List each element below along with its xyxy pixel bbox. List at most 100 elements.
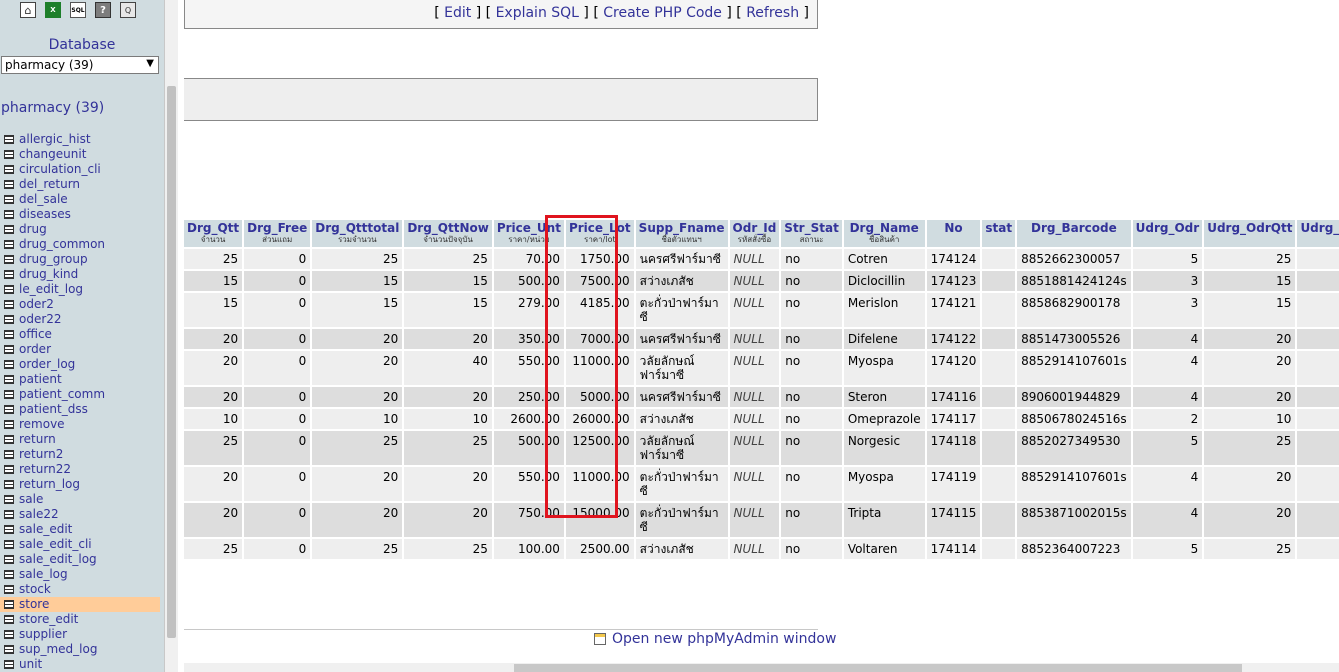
column-header-price-lot[interactable]: Price_Lot ราคา/lot [565,220,634,247]
sidebar-table-patient-comm[interactable]: patient_comm [0,387,160,402]
table-row[interactable]: 20 0 20 20 550.00 11000.00 ตะกั่วป่าฟาร์มาซี NU… [184,467,1339,501]
cell-stat [982,271,1016,291]
sidebar-table-del-return[interactable]: del_return [0,177,160,192]
sidebar-table-circulation-cli[interactable]: circulation_cli [0,162,160,177]
sidebar-table-label: patient [19,372,62,386]
sidebar-table-sale-edit-log[interactable]: sale_edit_log [0,552,160,567]
column-header-udrg-wnng[interactable]: Udrg_Wnng [1297,220,1339,247]
edit-link[interactable]: Edit [444,5,471,21]
table-icon [4,285,14,294]
sidebar-table-sup-med-log[interactable]: sup_med_log [0,642,160,657]
column-header-label: stat [985,221,1013,235]
open-window-link[interactable]: Open new phpMyAdmin window [594,631,836,647]
query-icon[interactable]: Q [120,2,136,18]
sql-icon[interactable]: SQL [70,2,86,18]
sidebar-table-allergic-hist[interactable]: allergic_hist [0,132,160,147]
sidebar-table-sale-edit-cli[interactable]: sale_edit_cli [0,537,160,552]
explain-sql-link[interactable]: Explain SQL [496,5,579,21]
sidebar-table-stock[interactable]: stock [0,582,160,597]
left-scrollbar-thumb[interactable] [167,86,176,638]
table-row[interactable]: 20 0 20 20 250.00 5000.00 นครศรีฟาร์มาซี NULL no… [184,387,1339,407]
sidebar-table-del-sale[interactable]: del_sale [0,192,160,207]
sidebar-table-store-edit[interactable]: store_edit [0,612,160,627]
table-row[interactable]: 10 0 10 10 2600.00 26000.00 สว่างเภสัช NULL no Om… [184,409,1339,429]
sidebar-table-return22[interactable]: return22 [0,462,160,477]
sidebar-table-unit[interactable]: unit [0,657,160,672]
table-row[interactable]: 15 0 15 15 500.00 7500.00 สว่างเภสัช NULL no Dicl… [184,271,1339,291]
sidebar-table-label: drug_group [19,252,88,266]
table-row[interactable]: 15 0 15 15 279.00 4185.00 ตะกั่วป่าฟาร์มาซี NUL… [184,293,1339,327]
sidebar-table-supplier[interactable]: supplier [0,627,160,642]
sidebar-table-patient[interactable]: patient [0,372,160,387]
table-icon [4,540,14,549]
cell-supp-fname: สว่างเภสัช [635,539,728,559]
column-header-drg-free[interactable]: Drg_Free ส่วนแถม [244,220,311,247]
sidebar-table-sale-log[interactable]: sale_log [0,567,160,582]
column-header-udrg-odr[interactable]: Udrg_Odr [1132,220,1203,247]
cell-drg-name: Myospa [843,351,925,385]
help-icon[interactable]: ? [95,2,111,18]
sidebar-table-store[interactable]: store [0,597,160,612]
cell-price-lot: 11000.00 [565,351,634,385]
sidebar-table-diseases[interactable]: diseases [0,207,160,222]
sidebar-table-oder22[interactable]: oder22 [0,312,160,327]
sidebar-table-remove[interactable]: remove [0,417,160,432]
sidebar-table-order-log[interactable]: order_log [0,357,160,372]
refresh-link[interactable]: Refresh [746,5,799,21]
column-header-str-stat[interactable]: Str_Stat สถานะ [781,220,842,247]
sidebar-table-drug[interactable]: drug [0,222,160,237]
create-php-code-link[interactable]: Create PHP Code [603,5,722,21]
column-header-drg-qtttotal[interactable]: Drg_Qtttotal รวมจำนวน [312,220,403,247]
cell-drg-qtttotal: 15 [312,271,403,291]
home-icon[interactable]: ⌂ [20,2,36,18]
cell-drg-qtt: 25 [184,431,243,465]
sidebar-table-patient-dss[interactable]: patient_dss [0,402,160,417]
column-header-udrg-odrqtt[interactable]: Udrg_OdrQtt [1204,220,1296,247]
table-row[interactable]: 20 0 20 20 350.00 7000.00 นครศรีฟาร์มาซี NULL no… [184,329,1339,349]
table-row[interactable]: 25 0 25 25 500.00 12500.00 วลัยลักษณ์ฟาร์มาซี N… [184,431,1339,465]
cell-no: 174122 [926,329,981,349]
cell-drg-qtttotal: 15 [312,293,403,327]
horizontal-scrollbar-thumb[interactable] [514,664,1242,672]
cell-drg-qttnow: 25 [404,249,492,269]
column-header-price-unt[interactable]: Price_Unt ราคา/หน่วย [493,220,564,247]
database-selected-value: pharmacy (39) [5,58,94,72]
cell-udrg-wnng: 180 [1297,431,1339,465]
left-scrollbar[interactable] [164,0,178,672]
sidebar-table-return-log[interactable]: return_log [0,477,160,492]
sidebar-table-label: order [19,342,51,356]
sidebar-table-changeunit[interactable]: changeunit [0,147,160,162]
table-row[interactable]: 25 0 25 25 100.00 2500.00 สว่างเภสัช NULL no Volt… [184,539,1339,559]
sidebar-table-drug-kind[interactable]: drug_kind [0,267,160,282]
cell-odr-id: NULL [729,293,780,327]
excel-icon[interactable]: X [45,2,61,18]
column-header-odr-id[interactable]: Odr_Id รหัสสั่งซื้อ [729,220,780,247]
column-header-drg-name[interactable]: Drg_Name ชื่อสินค้า [843,220,925,247]
horizontal-scrollbar[interactable] [184,663,1339,672]
sidebar-table-office[interactable]: office [0,327,160,342]
sidebar-table-order[interactable]: order [0,342,160,357]
column-header-no[interactable]: No [926,220,981,247]
sidebar-table-drug-group[interactable]: drug_group [0,252,160,267]
database-title-link[interactable]: pharmacy (39) [1,100,104,116]
cell-udrg-wnng: 180 [1297,409,1339,429]
sidebar-table-sale-edit[interactable]: sale_edit [0,522,160,537]
table-row[interactable]: 20 0 20 20 750.00 15000.00 ตะกั่วป่าฟาร์มาซี NU… [184,503,1339,537]
column-header-drg-qttnow[interactable]: Drg_QttNow จำนวนปัจจุบัน [404,220,492,247]
sidebar-table-oder2[interactable]: oder2 [0,297,160,312]
sidebar-table-sale22[interactable]: sale22 [0,507,160,522]
table-row[interactable]: 25 0 25 25 70.00 1750.00 นครศรีฟาร์มาซี NULL no C… [184,249,1339,269]
sidebar-table-sale[interactable]: sale [0,492,160,507]
column-header-stat[interactable]: stat [982,220,1016,247]
column-header-drg-barcode[interactable]: Drg_Barcode [1017,220,1131,247]
table-row[interactable]: 20 0 20 40 550.00 11000.00 วลัยลักษณ์ฟาร์มาซี N… [184,351,1339,385]
column-header-supp-fname[interactable]: Supp_Fname ชื่อตัวแทนฯ [635,220,728,247]
sidebar-table-return[interactable]: return [0,432,160,447]
sidebar-table-le-edit-log[interactable]: le_edit_log [0,282,160,297]
sidebar-table-drug-common[interactable]: drug_common [0,237,160,252]
column-header-label: Drg_Name [849,221,919,235]
sidebar-table-return2[interactable]: return2 [0,447,160,462]
query-action-links: [ Edit ] [ Explain SQL ] [ Create PHP Co… [184,0,818,29]
database-select[interactable]: pharmacy (39) ▼ [1,56,159,74]
column-header-drg-qtt[interactable]: Drg_Qtt จำนวน [184,220,243,247]
